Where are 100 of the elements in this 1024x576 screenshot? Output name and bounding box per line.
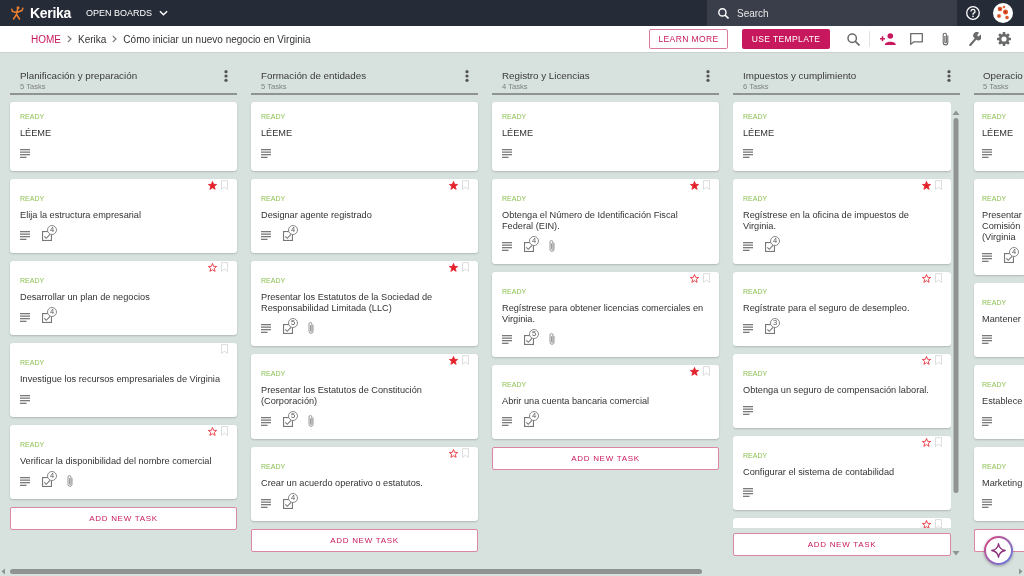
vertical-scrollbar[interactable] [952, 110, 960, 556]
chevron-right-icon [112, 35, 118, 43]
breadcrumb-item[interactable]: Kerika [78, 33, 107, 45]
star-icon[interactable] [208, 180, 217, 190]
notes-icon [982, 252, 992, 262]
notes-icon [261, 230, 271, 240]
card-title: LÉEME [743, 128, 776, 139]
star-icon[interactable] [208, 426, 217, 436]
notes-icon [743, 148, 753, 158]
star-icon[interactable] [208, 262, 217, 272]
notes-icon [743, 487, 753, 497]
paperclip-icon [549, 333, 555, 345]
star-icon[interactable] [690, 366, 699, 376]
add-task-button[interactable]: ADD NEW TASK [492, 447, 719, 470]
notes-icon [502, 334, 512, 344]
star-icon[interactable] [449, 355, 458, 365]
star-icon[interactable] [922, 355, 931, 365]
checklist-icon [283, 499, 293, 509]
notes-icon [261, 416, 271, 426]
column-title: Operacio [983, 70, 1023, 82]
notes-icon [261, 323, 271, 333]
card-title: Obtenga el Número de Identificación Fiscal Federal (EIN). [502, 210, 679, 232]
card-title: Regístrate para el seguro de desempleo. [743, 303, 911, 314]
checklist-icon [283, 324, 293, 334]
chat-icon[interactable] [910, 33, 923, 45]
add-person-icon[interactable] [879, 33, 896, 45]
add-task-button[interactable]: ADD NEW TASK [10, 507, 237, 530]
checklist-icon [765, 324, 775, 334]
card-title: Establece [982, 396, 1024, 407]
notes-icon [20, 476, 30, 486]
column-title: Registro y Licencias [502, 70, 590, 82]
card-title: LÉEME [20, 128, 53, 139]
star-icon[interactable] [449, 448, 458, 458]
kebab-menu-icon[interactable] [706, 70, 710, 82]
avatar-icon[interactable] [993, 3, 1013, 23]
card-title: Obtenga un seguro de compensación laboral. [743, 385, 930, 396]
star-icon[interactable] [922, 180, 931, 190]
paperclip-icon [549, 240, 555, 252]
card-title: LÉEME [502, 128, 535, 139]
notes-icon [261, 498, 271, 508]
notes-icon [20, 230, 30, 240]
wrench-icon[interactable] [968, 32, 981, 46]
kebab-menu-icon[interactable] [947, 70, 951, 82]
notes-icon [982, 148, 992, 158]
notes-icon [743, 405, 753, 415]
card-title: Presentar los Estatutos de Constitución (Corporación) [261, 385, 423, 407]
search-field[interactable]: Search [707, 0, 957, 26]
card-title: Presentar los Estatutos de la Sociedad de Responsabilidad Limitada (LLC) [261, 292, 434, 314]
kebab-menu-icon[interactable] [224, 70, 228, 82]
notes-icon [982, 416, 992, 426]
card-title: Regístrese para obtener licencias comerciales en Virginia. [502, 303, 705, 325]
checklist-icon [283, 231, 293, 241]
column-title: Impuestos y cumplimiento [743, 70, 857, 82]
checklist-icon [765, 242, 775, 252]
star-icon[interactable] [449, 262, 458, 272]
add-task-button[interactable]: ADD NEW TASK [251, 529, 478, 552]
card-title: Configurar el sistema de contabilidad [743, 467, 896, 478]
notes-icon [743, 241, 753, 251]
notes-icon [502, 148, 512, 158]
checklist-icon [42, 477, 52, 487]
star-icon[interactable] [922, 273, 931, 283]
boards-menu-button[interactable]: OPEN BOARDS [86, 5, 169, 21]
star-icon[interactable] [922, 437, 931, 447]
breadcrumb-link[interactable]: HOME [31, 33, 61, 45]
notes-icon [743, 323, 753, 333]
learn-more-button[interactable]: LEARN MORE [649, 29, 728, 49]
checklist-icon [524, 242, 534, 252]
star-icon[interactable] [690, 180, 699, 190]
search-icon[interactable] [847, 32, 860, 46]
card-title: Designar agente registrado [261, 210, 373, 221]
checklist-icon [42, 231, 52, 241]
use-template-button[interactable]: USE TEMPLATE [742, 29, 830, 49]
paperclip-icon[interactable] [942, 32, 949, 46]
star-icon[interactable] [922, 519, 931, 528]
kebab-menu-icon[interactable] [465, 70, 469, 82]
checklist-icon [1004, 253, 1014, 263]
notes-icon [502, 241, 512, 251]
settings-icon[interactable] [996, 32, 1011, 46]
notes-icon [982, 498, 992, 508]
chevron-right-icon [67, 35, 72, 43]
star-icon[interactable] [449, 180, 458, 190]
notes-icon [502, 416, 512, 426]
help-icon[interactable] [966, 6, 980, 20]
notes-icon [20, 312, 30, 322]
add-task-button[interactable]: ADD NEW TASK [733, 533, 951, 556]
card-title: Mantener [982, 314, 1022, 325]
checklist-icon [524, 335, 534, 345]
breadcrumb-item[interactable]: Cómo iniciar un nuevo negocio en Virginia [123, 33, 311, 45]
logo-text: Kerika [30, 5, 71, 21]
notes-icon [20, 148, 30, 158]
paperclip-icon [308, 415, 314, 427]
card-title: Investigue los recursos empresariales de Virginia [20, 374, 221, 385]
star-icon[interactable] [690, 273, 699, 283]
checklist-icon [42, 313, 52, 323]
checklist-icon [283, 417, 293, 427]
card-title: Crear un acuerdo operativo o estatutos. [261, 478, 424, 489]
horizontal-scrollbar[interactable] [0, 567, 1024, 576]
card-title: Verificar la disponibilidad del nombre comercial [20, 456, 213, 467]
card-title: LÉEME [261, 128, 294, 139]
paperclip-icon [308, 322, 314, 334]
